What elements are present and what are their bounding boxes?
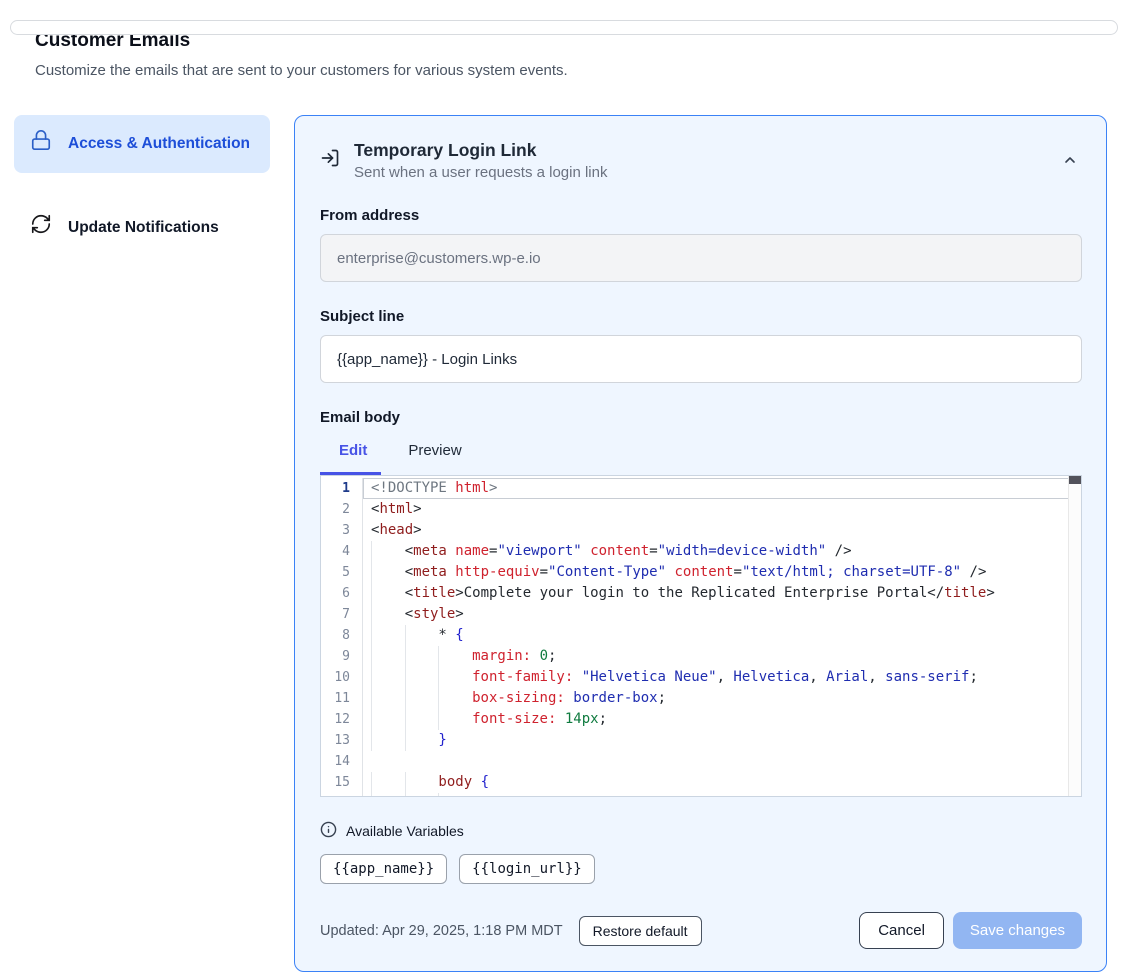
code-content: <meta http-equiv="Content-Type" content=…	[363, 562, 1081, 583]
refresh-icon	[30, 213, 52, 243]
line-number: 3	[321, 520, 363, 541]
page-header: Customer Emails Customize the emails tha…	[35, 30, 1093, 79]
collapse-panel-button[interactable]	[1058, 148, 1082, 175]
code-line-10[interactable]: 10font-family: "Helvetica Neue", Helveti…	[321, 667, 1081, 688]
line-number: 2	[321, 499, 363, 520]
variable-chips: {{app_name}} {{login_url}}	[320, 854, 1082, 884]
line-number: 12	[321, 709, 363, 730]
code-line-9[interactable]: 9margin: 0;	[321, 646, 1081, 667]
code-content: <!DOCTYPE html>	[363, 478, 1081, 499]
line-number: 13	[321, 730, 363, 751]
code-content: body {	[363, 772, 1081, 793]
code-line-12[interactable]: 12font-size: 14px;	[321, 709, 1081, 730]
line-number: 9	[321, 646, 363, 667]
chevron-up-icon	[1062, 156, 1078, 171]
code-line-1[interactable]: 1<!DOCTYPE html>	[321, 478, 1081, 499]
available-variables-label: Available Variables	[346, 823, 464, 839]
code-line-14[interactable]: 14	[321, 751, 1081, 772]
code-content: <html>	[363, 499, 1081, 520]
code-line-5[interactable]: 5<meta http-equiv="Content-Type" content…	[321, 562, 1081, 583]
code-content: background-color: #ffffff;	[363, 793, 1081, 797]
panel-header: Temporary Login Link Sent when a user re…	[320, 140, 1082, 181]
line-number: 16	[321, 793, 363, 797]
code-line-6[interactable]: 6<title>Complete your login to the Repli…	[321, 583, 1081, 604]
code-content: margin: 0;	[363, 646, 1081, 667]
restore-default-button[interactable]: Restore default	[579, 916, 702, 946]
line-number: 10	[321, 667, 363, 688]
line-number: 5	[321, 562, 363, 583]
code-line-8[interactable]: 8* {	[321, 625, 1081, 646]
code-content: <head>	[363, 520, 1081, 541]
editor-vertical-scrollbar[interactable]	[1068, 476, 1081, 796]
email-body-label: Email body	[320, 409, 1082, 426]
code-line-7[interactable]: 7<style>	[321, 604, 1081, 625]
previous-card-bottom-edge	[10, 20, 1118, 35]
code-content: font-size: 14px;	[363, 709, 1081, 730]
code-line-11[interactable]: 11box-sizing: border-box;	[321, 688, 1081, 709]
sidebar-item-update-notifications[interactable]: Update Notifications	[14, 199, 270, 257]
sidebar-item-label: Access & Authentication	[68, 132, 250, 156]
line-number: 11	[321, 688, 363, 709]
panel-footer: Updated: Apr 29, 2025, 1:18 PM MDT Resto…	[320, 912, 1082, 949]
from-address-input[interactable]	[320, 234, 1082, 282]
code-line-4[interactable]: 4<meta name="viewport" content="width=de…	[321, 541, 1081, 562]
code-content: <style>	[363, 604, 1081, 625]
subject-line-label: Subject line	[320, 308, 1082, 325]
variable-chip-app-name[interactable]: {{app_name}}	[320, 854, 447, 884]
code-content: font-family: "Helvetica Neue", Helvetica…	[363, 667, 1081, 688]
sidebar-item-access-authentication[interactable]: Access & Authentication	[14, 115, 270, 173]
code-line-3[interactable]: 3<head>	[321, 520, 1081, 541]
cancel-button[interactable]: Cancel	[859, 912, 944, 949]
code-content: }	[363, 730, 1081, 751]
code-content	[363, 751, 1081, 772]
code-content: <title>Complete your login to the Replic…	[363, 583, 1081, 604]
line-number: 6	[321, 583, 363, 604]
scrollbar-thumb[interactable]	[1069, 476, 1081, 484]
line-number: 14	[321, 751, 363, 772]
updated-timestamp: Updated: Apr 29, 2025, 1:18 PM MDT	[320, 923, 563, 939]
subject-line-input[interactable]	[320, 335, 1082, 383]
lock-icon	[30, 129, 52, 159]
variable-chip-login-url[interactable]: {{login_url}}	[459, 854, 595, 884]
save-changes-button[interactable]: Save changes	[953, 912, 1082, 949]
email-types-sidebar: Access & Authentication Update Notificat…	[14, 115, 270, 257]
line-number: 8	[321, 625, 363, 646]
available-variables-header: Available Variables	[320, 821, 1082, 841]
line-number: 15	[321, 772, 363, 793]
tab-edit[interactable]: Edit	[339, 442, 367, 459]
code-content: box-sizing: border-box;	[363, 688, 1081, 709]
line-number: 4	[321, 541, 363, 562]
login-icon	[320, 148, 340, 173]
line-number: 7	[321, 604, 363, 625]
panel-subtitle: Sent when a user requests a login link	[354, 164, 1044, 181]
email-body-code-editor[interactable]: 1<!DOCTYPE html>2<html>3<head>4<meta nam…	[320, 475, 1082, 797]
from-address-label: From address	[320, 207, 1082, 224]
info-icon	[320, 821, 337, 841]
code-line-16[interactable]: 16background-color: #ffffff;	[321, 793, 1081, 797]
line-number: 1	[321, 478, 363, 499]
code-content: <meta name="viewport" content="width=dev…	[363, 541, 1081, 562]
page-subtitle: Customize the emails that are sent to yo…	[35, 62, 1093, 79]
tab-preview[interactable]: Preview	[408, 442, 461, 459]
email-body-tabs: Edit Preview	[339, 442, 1082, 459]
sidebar-item-label: Update Notifications	[68, 216, 219, 240]
panel-title: Temporary Login Link	[354, 140, 1044, 161]
code-line-13[interactable]: 13}	[321, 730, 1081, 751]
code-content: * {	[363, 625, 1081, 646]
code-line-15[interactable]: 15body {	[321, 772, 1081, 793]
code-line-2[interactable]: 2<html>	[321, 499, 1081, 520]
temporary-login-link-panel: Temporary Login Link Sent when a user re…	[294, 115, 1107, 972]
